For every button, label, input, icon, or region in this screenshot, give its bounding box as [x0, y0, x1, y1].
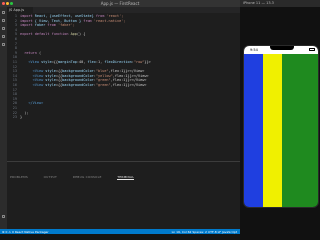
bottom-panel: PROBLEMS OUTPUT DEBUG CONSOLE TERMINAL: [7, 161, 240, 229]
color-view-2: [263, 54, 282, 207]
source-control-icon[interactable]: [2, 27, 5, 30]
app-row-view: [244, 54, 318, 207]
title-bar: App.js — FirstReact: [0, 0, 240, 7]
window-title: App.js — FirstReact: [100, 1, 140, 6]
code-text: }: [20, 115, 23, 120]
extensions-icon[interactable]: [2, 43, 5, 46]
explorer-icon[interactable]: [2, 11, 5, 14]
code-editor[interactable]: 1 import React, {useEffect, useState} fro…: [7, 13, 240, 161]
panel-tabs: PROBLEMS OUTPUT DEBUG CONSOLE TERMINAL: [10, 163, 140, 180]
simulator-title-bar: iPhone 11 — 13.3: [240, 0, 320, 7]
phone-screen[interactable]: 9:54: [243, 45, 319, 208]
phone-notch: [270, 46, 294, 50]
battery-icon: [309, 48, 315, 51]
line-number: 23: [12, 115, 17, 120]
debug-icon[interactable]: [2, 35, 5, 38]
phone-status-bar: 9:54: [244, 46, 318, 54]
settings-gear-icon[interactable]: [2, 215, 5, 218]
terminal-output[interactable]: [7, 170, 240, 228]
search-icon[interactable]: [2, 19, 5, 22]
status-right[interactable]: Ln 16, Col 62 Spaces: 2 UTF-8 LF JavaScr…: [172, 230, 237, 234]
color-view-4: [301, 54, 318, 207]
activity-bar: [0, 7, 7, 229]
simulator-title: iPhone 11 — 13.3: [243, 1, 274, 5]
status-left[interactable]: ⊗ 0 ⚠ 0 React Native Packager: [2, 230, 49, 234]
code-line[interactable]: 23}: [7, 115, 240, 120]
phone-clock: 9:54: [250, 48, 258, 52]
color-view-1: [244, 54, 263, 207]
color-view-3: [282, 54, 301, 207]
dock-strip: [0, 234, 240, 240]
